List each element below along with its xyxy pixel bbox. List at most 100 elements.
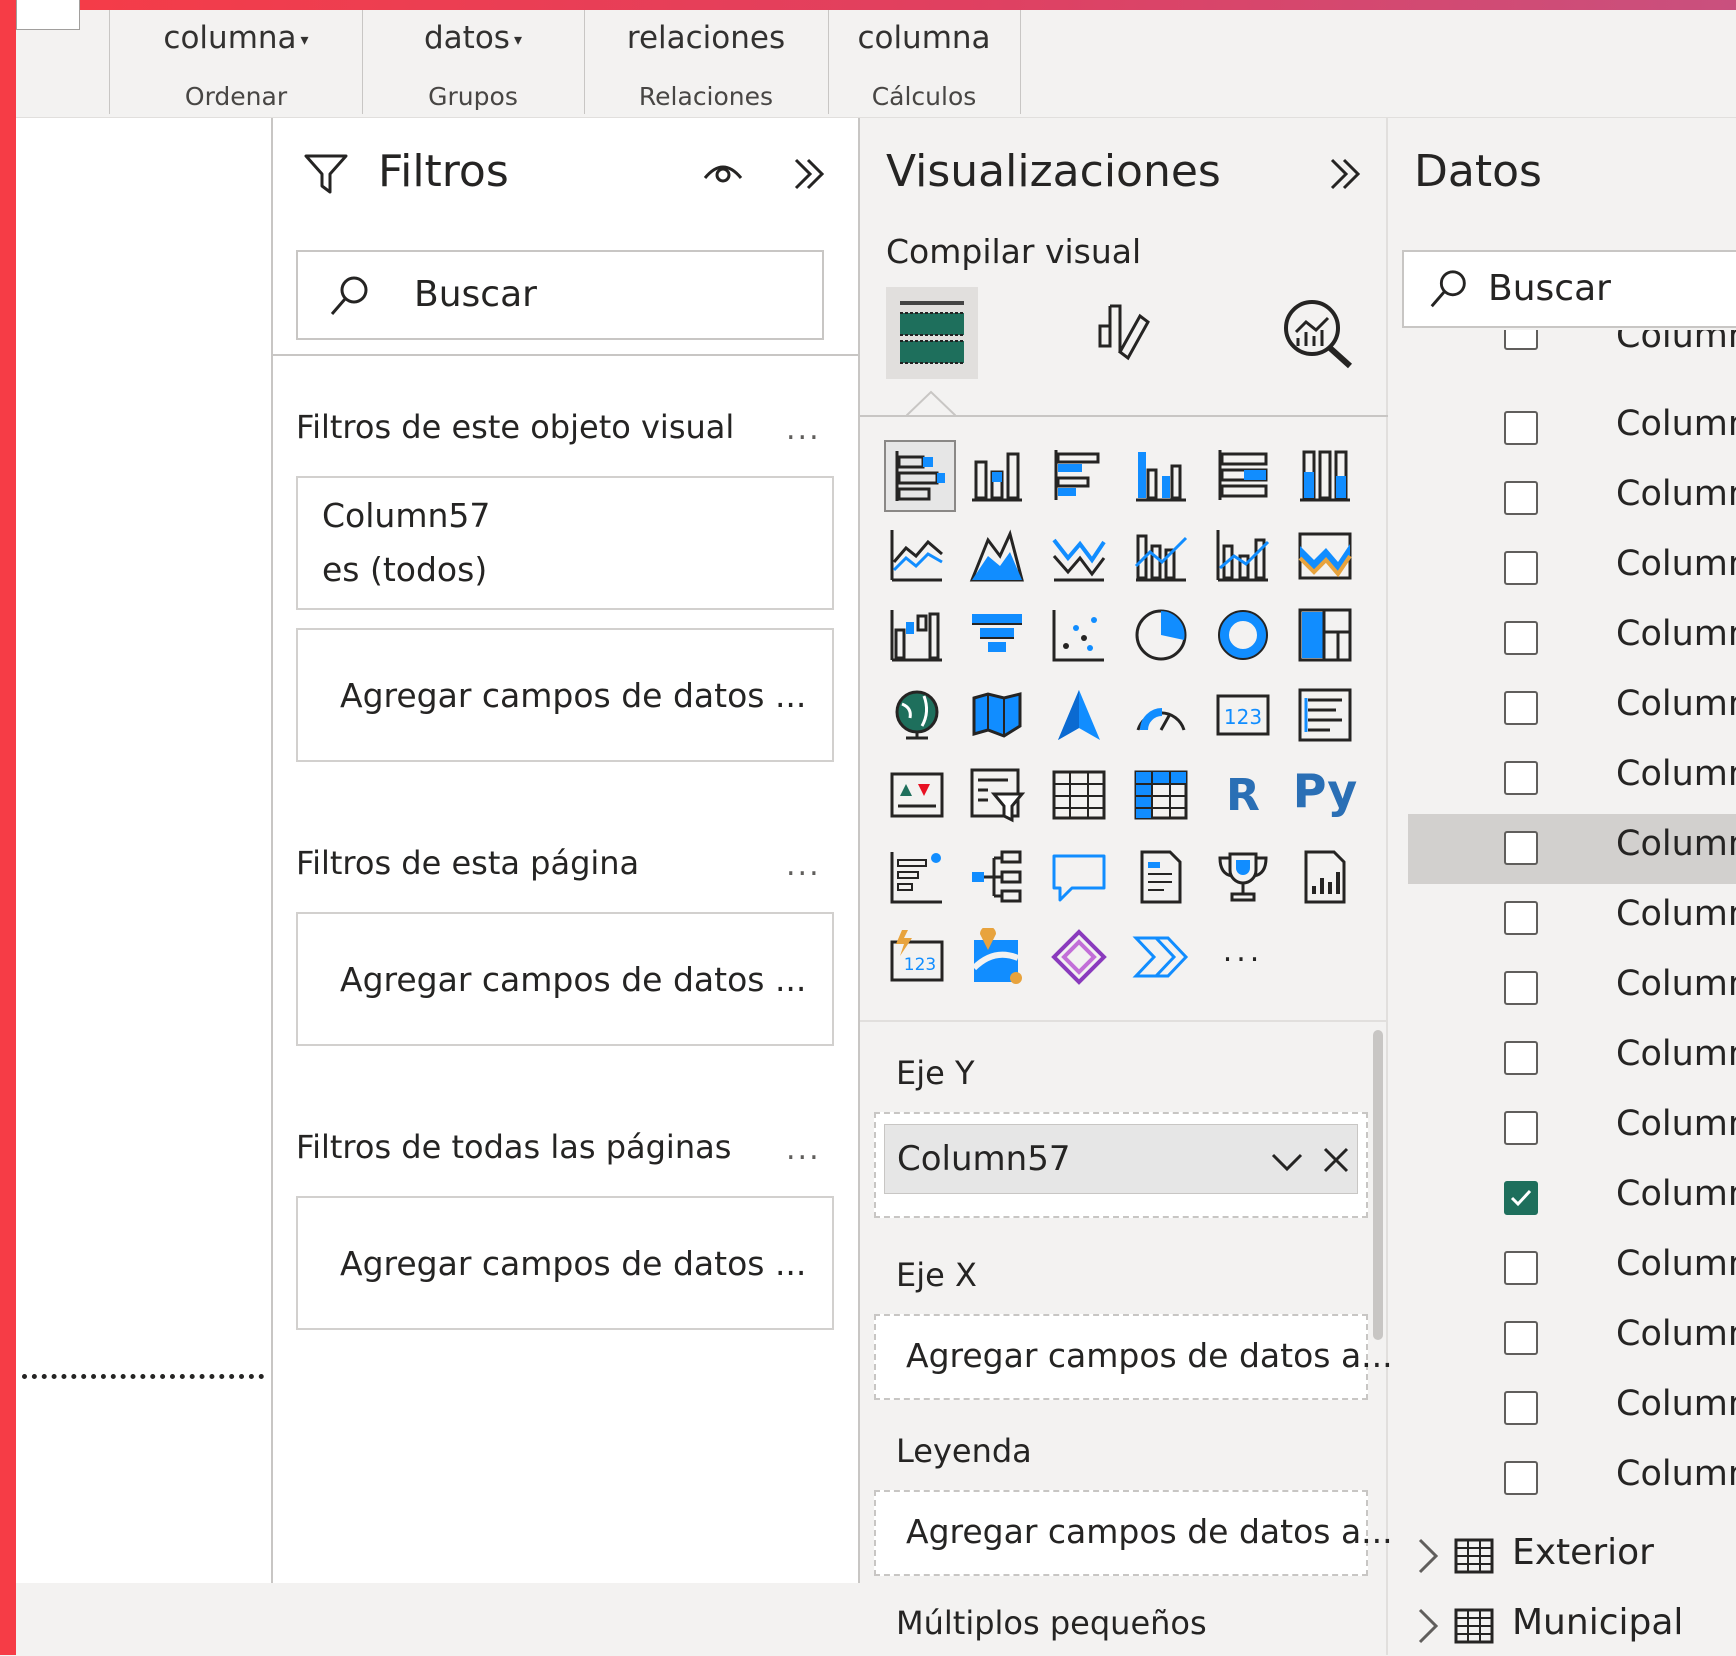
card-icon[interactable]: 123 — [1212, 684, 1274, 746]
clustered-bar-chart-icon[interactable] — [1048, 444, 1110, 506]
collapse-filters-icon[interactable] — [790, 154, 830, 194]
scatter-chart-icon[interactable] — [1048, 604, 1110, 666]
list-item[interactable]: Column — [1408, 1374, 1736, 1444]
chevron-right-icon[interactable] — [1416, 1538, 1440, 1574]
goals-trophy-icon[interactable] — [1212, 846, 1274, 908]
report-canvas[interactable] — [16, 118, 271, 1583]
pie-chart-icon[interactable] — [1130, 604, 1192, 666]
power-apps-icon[interactable] — [1048, 926, 1110, 988]
map-icon[interactable] — [886, 684, 948, 746]
table-node-municipal[interactable]: Municipal — [1416, 1596, 1736, 1656]
100-percent-bar-chart-icon[interactable] — [1212, 444, 1274, 506]
add-page-filter-well[interactable]: Agregar campos de datos ... — [296, 912, 834, 1046]
checkbox[interactable] — [1504, 901, 1538, 935]
r-script-visual-icon[interactable]: R — [1212, 764, 1274, 826]
format-visual-icon[interactable] — [1090, 296, 1160, 370]
checkbox[interactable] — [1504, 481, 1538, 515]
data-groups-button[interactable]: datos ▾ — [362, 20, 584, 56]
decomposition-tree-icon[interactable] — [966, 846, 1028, 908]
chevron-right-icon[interactable] — [1416, 1608, 1440, 1644]
more-visuals-button[interactable]: ... — [1212, 920, 1274, 982]
checkbox[interactable] — [1504, 1251, 1538, 1285]
list-item[interactable]: Column — [1408, 954, 1736, 1024]
data-search-input[interactable]: Buscar — [1402, 250, 1736, 328]
remove-field-icon[interactable] — [1321, 1145, 1351, 1175]
checkbox[interactable] — [1504, 1391, 1538, 1425]
clustered-column-chart-icon[interactable] — [1130, 444, 1192, 506]
list-item[interactable]: Column — [1408, 1304, 1736, 1374]
checkbox[interactable] — [1504, 1321, 1538, 1355]
checkbox-checked[interactable] — [1504, 1181, 1538, 1215]
slicer-icon[interactable] — [966, 764, 1028, 826]
checkbox[interactable] — [1504, 761, 1538, 795]
checkbox[interactable] — [1504, 551, 1538, 585]
list-item[interactable]: Column — [1408, 1234, 1736, 1304]
area-chart-icon[interactable] — [966, 524, 1028, 586]
ribbon-chart-icon[interactable] — [1294, 524, 1356, 586]
paginated-report-icon[interactable] — [1294, 846, 1356, 908]
power-apps-card-icon[interactable]: 123 — [886, 926, 948, 988]
line-and-stacked-column-icon[interactable] — [1130, 524, 1192, 586]
list-item[interactable]: Column — [1408, 1024, 1736, 1094]
funnel-chart-icon[interactable] — [966, 604, 1028, 666]
ribbon-dropdown-box[interactable] — [16, 0, 80, 30]
stacked-area-chart-icon[interactable] — [1048, 524, 1110, 586]
100-percent-column-chart-icon[interactable] — [1294, 444, 1356, 506]
chevron-down-icon[interactable] — [1269, 1149, 1305, 1173]
matrix-icon[interactable] — [1130, 764, 1192, 826]
arcgis-map-icon[interactable] — [966, 926, 1028, 988]
list-item[interactable]: Column — [1408, 884, 1736, 954]
python-visual-icon[interactable]: Py — [1293, 760, 1358, 822]
checkbox[interactable] — [1504, 691, 1538, 725]
list-item[interactable]: Column — [1408, 330, 1736, 376]
checkbox[interactable] — [1504, 1041, 1538, 1075]
checkbox[interactable] — [1504, 831, 1538, 865]
list-item[interactable]: Column — [1408, 394, 1736, 464]
add-all-pages-filter-well[interactable]: Agregar campos de datos ... — [296, 1196, 834, 1330]
qna-icon[interactable] — [1048, 846, 1110, 908]
treemap-icon[interactable] — [1294, 604, 1356, 666]
line-chart-icon[interactable] — [886, 524, 948, 586]
more-options-button[interactable]: ... — [786, 412, 821, 447]
analytics-icon[interactable] — [1278, 296, 1358, 370]
eye-icon[interactable] — [702, 156, 744, 188]
list-item[interactable]: Column — [1408, 814, 1736, 884]
checkbox[interactable] — [1504, 971, 1538, 1005]
multi-row-card-icon[interactable] — [1294, 684, 1356, 746]
list-item[interactable]: Column — [1408, 1444, 1736, 1514]
checkbox[interactable] — [1504, 1461, 1538, 1495]
more-options-button[interactable]: ... — [786, 848, 821, 883]
list-item[interactable]: Column — [1408, 674, 1736, 744]
more-options-button[interactable]: ... — [786, 1132, 821, 1167]
add-visual-filter-well[interactable]: Agregar campos de datos ... — [296, 628, 834, 762]
kpi-icon[interactable] — [886, 764, 948, 826]
filled-map-icon[interactable] — [966, 684, 1028, 746]
stacked-column-chart-icon[interactable] — [966, 444, 1028, 506]
visualizations-scrollbar[interactable] — [1373, 1030, 1383, 1340]
azure-map-icon[interactable] — [1048, 684, 1110, 746]
table-icon[interactable] — [1048, 764, 1110, 826]
legend-well[interactable]: Agregar campos de datos a... — [874, 1490, 1393, 1576]
checkbox[interactable] — [1504, 330, 1538, 350]
line-and-clustered-column-icon[interactable] — [1212, 524, 1274, 586]
checkbox[interactable] — [1504, 621, 1538, 655]
y-axis-well[interactable]: Column57 — [874, 1112, 1368, 1218]
list-item[interactable]: Column — [1408, 534, 1736, 604]
checkbox[interactable] — [1504, 1111, 1538, 1145]
x-axis-well[interactable]: Agregar campos de datos a... — [874, 1314, 1393, 1400]
sort-column-button[interactable]: columna ▾ — [110, 20, 362, 56]
build-visual-tab[interactable] — [886, 287, 978, 379]
filters-search-input[interactable]: Buscar — [296, 250, 824, 340]
power-automate-icon[interactable] — [1130, 926, 1192, 988]
list-item[interactable]: Column — [1408, 464, 1736, 534]
manage-relationships-button[interactable]: relaciones — [584, 20, 828, 56]
filter-card-column57[interactable]: Column57 es (todos) — [296, 476, 834, 610]
new-column-button[interactable]: columna — [828, 20, 1020, 56]
collapse-visualizations-icon[interactable] — [1326, 154, 1366, 194]
stacked-bar-chart-icon[interactable] — [884, 440, 956, 512]
y-axis-field-pill[interactable]: Column57 — [884, 1124, 1358, 1194]
smart-narrative-icon[interactable] — [1130, 846, 1192, 908]
gauge-icon[interactable] — [1130, 684, 1192, 746]
list-item[interactable]: Column — [1408, 1094, 1736, 1164]
key-influencers-icon[interactable] — [886, 846, 948, 908]
